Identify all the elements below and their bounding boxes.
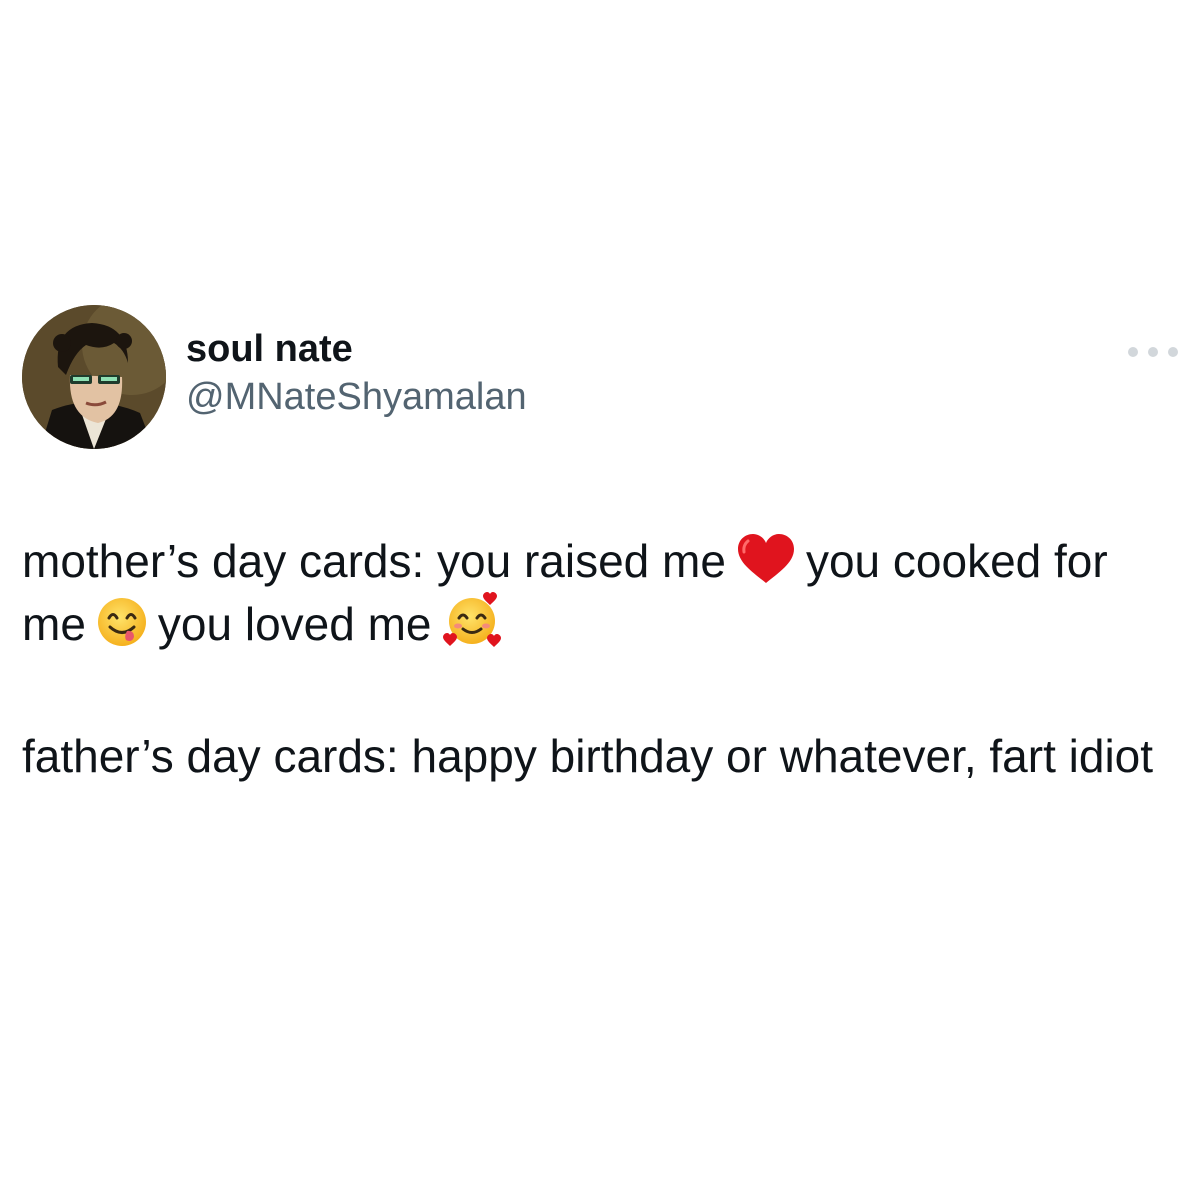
more-dot [1128, 347, 1138, 357]
smiling-face-with-hearts-emoji [442, 592, 502, 648]
user-handle[interactable]: @MNateShyamalan [186, 375, 527, 419]
tweet-header: soul nate @MNateShyamalan [22, 305, 1178, 450]
display-name[interactable]: soul nate [186, 327, 527, 371]
tweet-text-segment: mother’s day cards: you raised me [22, 535, 726, 587]
tweet-text-segment: you loved me [157, 598, 432, 650]
face-savoring-food-emoji [96, 596, 148, 648]
tweet-paragraph-fathers-day: father’s day cards: happy birthday or wh… [22, 730, 1154, 782]
tweet-text: mother’s day cards: you raised me you coo… [22, 530, 1178, 787]
more-options-icon[interactable] [1128, 341, 1178, 363]
more-dot [1168, 347, 1178, 357]
red-heart-emoji [736, 533, 796, 585]
avatar[interactable] [22, 305, 166, 449]
tweet: soul nate @MNateShyamalan mother’s day c… [22, 305, 1178, 787]
tweet-paragraph-mothers-day: mother’s day cards: you raised me you coo… [22, 530, 1178, 655]
more-dot [1148, 347, 1158, 357]
avatar-portrait-image [22, 305, 166, 449]
author-block: soul nate @MNateShyamalan [186, 327, 527, 419]
